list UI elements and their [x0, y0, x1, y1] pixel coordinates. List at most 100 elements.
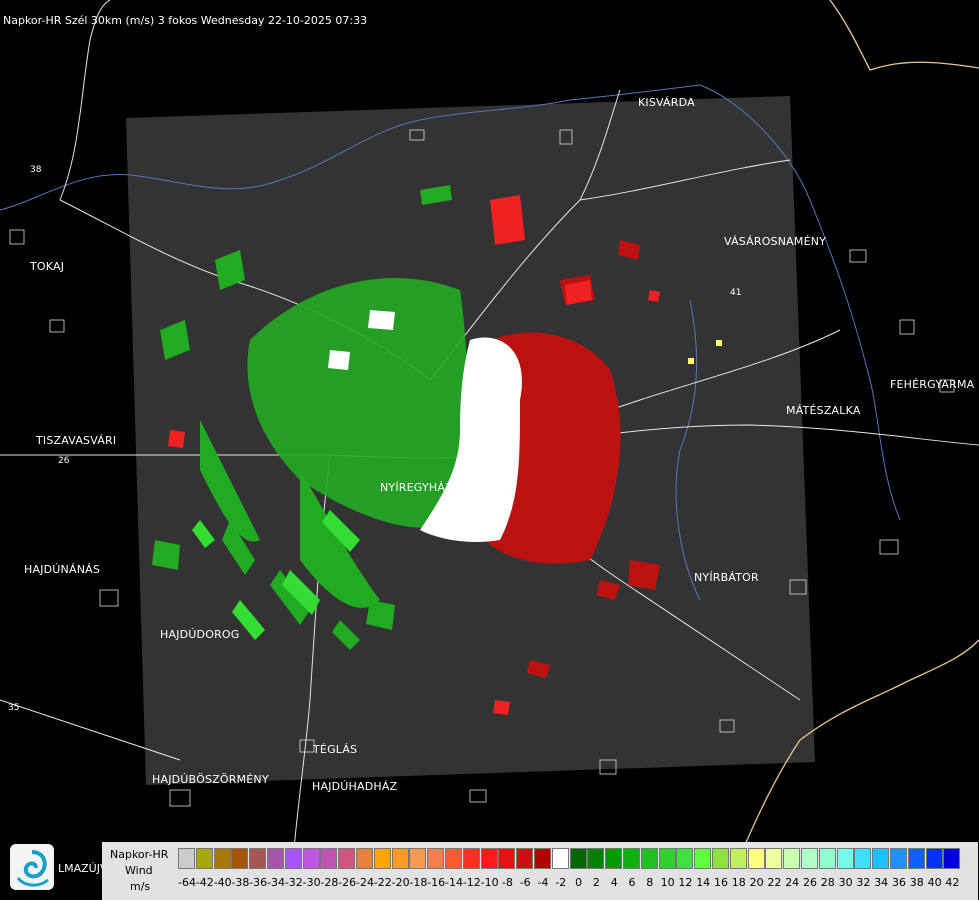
city-label-tiszavasvari: TISZAVASVÁRI: [36, 434, 117, 447]
legend-tick-label: -28: [320, 876, 339, 889]
legend-tick-label: 40: [927, 876, 942, 889]
legend-tick-label: 10: [660, 876, 675, 889]
city-label-vasarosnameny: VÁSÁROSNAMÉNY: [724, 235, 827, 248]
legend-swatch: [195, 848, 213, 869]
legend-swatch: [872, 848, 890, 869]
map-title: Napkor-HR Szél 30km (m/s) 3 fokos Wednes…: [3, 14, 368, 27]
legend-tick-label: -24: [356, 876, 374, 889]
legend-swatch: [302, 848, 320, 869]
road-number: 41: [730, 288, 741, 298]
legend-swatch: [516, 848, 534, 869]
legend-tick-label: 22: [767, 876, 782, 889]
legend-tick-label: 2: [592, 876, 600, 889]
legend-tick-label: -6: [519, 876, 531, 889]
legend-swatch: [373, 848, 391, 869]
legend-tick-label: 38: [909, 876, 924, 889]
legend-swatch: [712, 848, 729, 869]
legend-tick-label: -16: [427, 876, 446, 889]
legend-swatch: [427, 848, 445, 869]
legend-swatch: [480, 848, 498, 869]
legend-tick-label: 4: [610, 876, 618, 889]
legend-swatch: [213, 848, 231, 869]
logo-icon: [10, 844, 54, 890]
legend-subtitle: Wind: [125, 864, 153, 877]
road-number: 35: [8, 703, 19, 713]
legend-tick-label: 26: [803, 876, 817, 889]
legend-swatch: [854, 848, 872, 869]
road-number: 26: [58, 456, 70, 466]
legend-tick-label: 34: [874, 876, 889, 889]
legend-tick-label: 32: [856, 876, 871, 889]
legend-tick-label: -26: [338, 876, 357, 889]
legend-swatch: [534, 848, 551, 869]
legend-tick-label: -14: [445, 876, 463, 889]
legend-unit: m/s: [130, 880, 151, 893]
legend-tick-label: 28: [820, 876, 835, 889]
city-label-hajdunanas: HAJDÚNÁNÁS: [24, 563, 101, 576]
legend-tick-label: -2: [555, 876, 567, 889]
legend-swatch: [765, 848, 783, 869]
city-label-teglas: TÉGLÁS: [313, 743, 358, 756]
legend-swatch: [676, 848, 694, 869]
legend-tick-label: 12: [678, 876, 693, 889]
legend-tick-label: 8: [646, 876, 654, 889]
legend-swatch: [783, 848, 801, 869]
legend-swatch: [551, 848, 569, 869]
legend-swatch: [569, 848, 587, 869]
legend-swatch: [890, 848, 907, 869]
legend-tick-label: -40: [213, 876, 232, 889]
legend-tick-label: -8: [501, 876, 513, 889]
legend-tick-label: -10: [480, 876, 499, 889]
legend-tick-label: -38: [231, 876, 250, 889]
radar-echo-positive: [716, 340, 722, 346]
legend-swatch: [925, 848, 943, 869]
legend-swatch: [462, 848, 480, 869]
legend-swatch: [338, 848, 356, 869]
legend-swatch: [623, 848, 640, 869]
legend-swatch: [747, 848, 765, 869]
country-border: [829, 0, 979, 71]
legend-swatch: [587, 848, 605, 869]
legend-swatch: [658, 848, 676, 869]
legend-swatch: [249, 848, 267, 869]
radar-echo-positive: [688, 358, 694, 364]
legend-swatch: [836, 848, 854, 869]
legend-tick-label: 36: [892, 876, 906, 889]
legend-swatch: [445, 848, 462, 869]
legend-tick-label: -18: [409, 876, 428, 889]
legend-swatch: [907, 848, 925, 869]
legend-tick-label: 14: [696, 876, 711, 889]
city-label-mateszalka: MÁTÉSZALKA: [786, 404, 861, 417]
legend-tick-label: -30: [302, 876, 321, 889]
city-label-hajdudorog: HAJDÚDOROG: [160, 628, 240, 641]
legend-swatch: [320, 848, 338, 869]
legend-swatch: [729, 848, 747, 869]
city-label-hajduboszormeny: HAJDÚBÖSZÖRMÉNY: [152, 773, 269, 786]
legend-tick-label: -36: [249, 876, 268, 889]
legend-swatch: [818, 848, 836, 869]
legend-swatch: [694, 848, 712, 869]
city-label-tokaj: TOKAJ: [30, 260, 65, 273]
legend-tick-label: 0: [575, 876, 583, 889]
city-label-kisvarda: KISVÁRDA: [638, 96, 695, 109]
legend-tick-label: 24: [785, 876, 800, 889]
legend-swatch: [267, 848, 284, 869]
city-label-nyirbator: NYÍRBÁTOR: [694, 571, 759, 584]
legend-tick-label: -34: [267, 876, 285, 889]
legend-swatch: [640, 848, 658, 869]
legend-swatch: [284, 848, 302, 869]
city-label-nyiregyhaza: NYÍREGYHÁZA: [380, 481, 461, 494]
legend-tick-label: -12: [462, 876, 481, 889]
legend-tick-label: 30: [838, 876, 853, 889]
legend-tick-label: 18: [731, 876, 746, 889]
legend-swatch: [801, 848, 818, 869]
road-number: 38: [30, 165, 42, 175]
legend-tick-label: -20: [391, 876, 410, 889]
legend-tick-label: 16: [714, 876, 728, 889]
legend-tick-label: 6: [628, 876, 636, 889]
legend-tick-label: 42: [945, 876, 960, 889]
legend-swatch: [605, 848, 623, 869]
city-label-hajduhadhaz: HAJDÚHADHÁZ: [312, 780, 398, 793]
legend-swatch: [498, 848, 516, 869]
legend-tick-label: -32: [284, 876, 303, 889]
